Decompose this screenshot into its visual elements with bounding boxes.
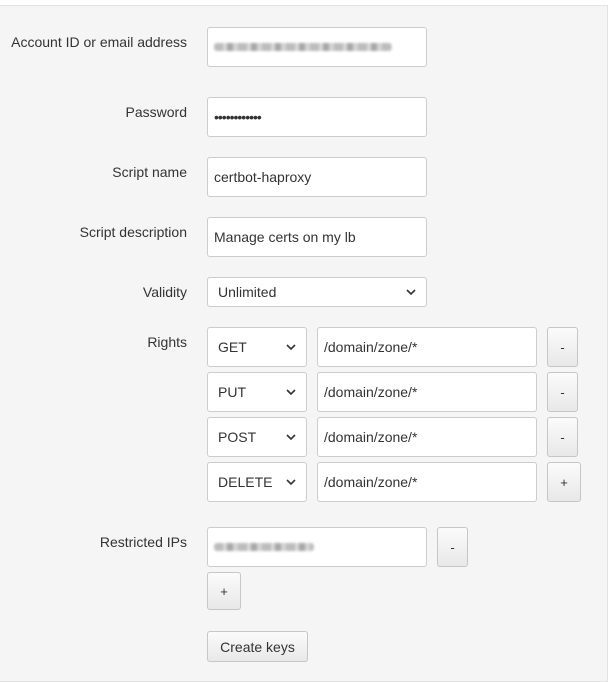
password-masked-value: •••••••••••• bbox=[214, 109, 262, 125]
rights-path-input[interactable]: /domain/zone/* bbox=[317, 327, 537, 367]
rights-method-value: DELETE bbox=[218, 474, 273, 490]
restricted-ips-label: Restricted IPs bbox=[99, 534, 187, 550]
rights-method-select[interactable]: DELETE bbox=[207, 462, 307, 502]
validity-label: Validity bbox=[142, 284, 187, 300]
rights-path-value: /domain/zone/* bbox=[324, 474, 418, 490]
rights-path-input[interactable]: /domain/zone/* bbox=[317, 417, 537, 457]
rights-method-value: GET bbox=[218, 339, 247, 355]
script-description-label: Script description bbox=[79, 224, 187, 240]
remove-right-button[interactable]: - bbox=[547, 417, 578, 457]
form-panel: Account ID or email address Password •••… bbox=[0, 5, 608, 682]
chevron-down-icon bbox=[406, 289, 416, 296]
chevron-down-icon bbox=[286, 344, 296, 351]
script-name-input[interactable]: certbot-haproxy bbox=[207, 157, 427, 197]
script-description-input[interactable]: Manage certs on my lb bbox=[207, 217, 427, 257]
add-right-button[interactable]: + bbox=[547, 462, 581, 502]
validity-select[interactable]: Unlimited bbox=[207, 277, 427, 307]
chevron-down-icon bbox=[286, 479, 296, 486]
remove-right-button[interactable]: - bbox=[547, 372, 578, 412]
rights-method-value: PUT bbox=[218, 384, 246, 400]
password-label: Password bbox=[125, 104, 187, 120]
account-input[interactable] bbox=[207, 27, 427, 67]
rights-label: Rights bbox=[147, 334, 187, 350]
script-description-value: Manage certs on my lb bbox=[214, 229, 356, 245]
add-ip-button[interactable]: + bbox=[207, 572, 241, 610]
chevron-down-icon bbox=[286, 389, 296, 396]
redacted-ip-value bbox=[214, 543, 314, 551]
rights-method-select[interactable]: GET bbox=[207, 327, 307, 367]
account-label: Account ID or email address bbox=[11, 34, 187, 50]
validity-selected-value: Unlimited bbox=[218, 284, 277, 300]
rights-path-value: /domain/zone/* bbox=[324, 384, 418, 400]
create-keys-button[interactable]: Create keys bbox=[207, 631, 308, 662]
restricted-ip-input[interactable] bbox=[207, 527, 427, 567]
password-input[interactable]: •••••••••••• bbox=[207, 97, 427, 137]
script-name-label: Script name bbox=[112, 164, 187, 180]
rights-method-value: POST bbox=[218, 429, 257, 445]
rights-path-value: /domain/zone/* bbox=[324, 339, 418, 355]
remove-ip-button[interactable]: - bbox=[437, 527, 468, 567]
rights-path-input[interactable]: /domain/zone/* bbox=[317, 372, 537, 412]
chevron-down-icon bbox=[286, 434, 296, 441]
rights-method-select[interactable]: POST bbox=[207, 417, 307, 457]
redacted-account-value bbox=[214, 43, 392, 51]
rights-method-select[interactable]: PUT bbox=[207, 372, 307, 412]
rights-path-value: /domain/zone/* bbox=[324, 429, 418, 445]
script-name-value: certbot-haproxy bbox=[214, 169, 312, 185]
rights-path-input[interactable]: /domain/zone/* bbox=[317, 462, 537, 502]
remove-right-button[interactable]: - bbox=[547, 327, 578, 367]
